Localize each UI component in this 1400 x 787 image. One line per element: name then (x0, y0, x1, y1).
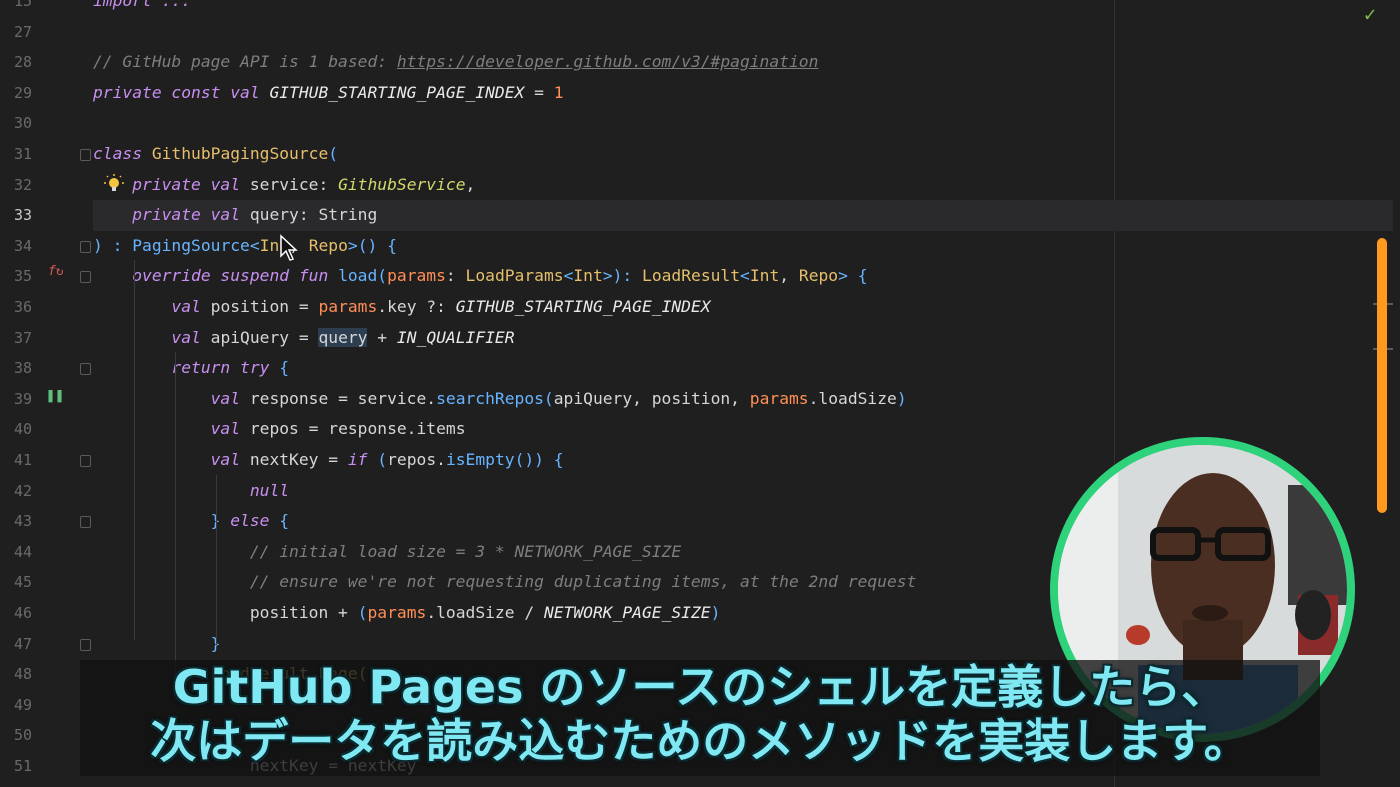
line-number[interactable]: 47 (0, 629, 32, 660)
code-text[interactable]: return try { (93, 353, 289, 384)
code-line[interactable]: 35 override suspend fun load(params: Loa… (0, 261, 1400, 292)
indent-guide (216, 475, 217, 645)
code-text[interactable]: val apiQuery = query + IN_QUALIFIER (93, 323, 515, 354)
line-number[interactable]: 15 (0, 0, 32, 17)
line-number[interactable]: 49 (0, 690, 32, 721)
line-number[interactable]: 30 (0, 108, 32, 139)
code-text[interactable]: // initial load size = 3 * NETWORK_PAGE_… (93, 537, 681, 568)
line-number[interactable]: 42 (0, 476, 32, 507)
line-number[interactable]: 35 (0, 261, 32, 292)
line-number[interactable]: 48 (0, 659, 32, 690)
function-recursion-icon[interactable]: f↻ (48, 264, 64, 279)
line-number[interactable]: 38 (0, 353, 32, 384)
code-line[interactable]: 39 val response = service.searchRepos(ap… (0, 384, 1400, 415)
line-number[interactable]: 36 (0, 292, 32, 323)
code-text[interactable]: } (93, 629, 221, 660)
code-text[interactable]: // GitHub page API is 1 based: https://d… (93, 47, 818, 78)
code-text[interactable]: position + (params.loadSize / NETWORK_PA… (93, 598, 721, 629)
code-line[interactable]: 31 class GithubPagingSource( (0, 139, 1400, 170)
code-line[interactable]: 29 private const val GITHUB_STARTING_PAGE… (0, 78, 1400, 109)
code-line[interactable]: 15 import ... (0, 0, 1400, 17)
line-number[interactable]: 33 (0, 200, 32, 231)
indent-guide (175, 352, 176, 682)
checkmark-icon: ✓ (1364, 2, 1377, 26)
fold-toggle-icon[interactable] (80, 638, 91, 651)
fold-toggle-icon[interactable] (80, 363, 91, 376)
code-text[interactable]: val position = params.key ?: GITHUB_STAR… (93, 292, 710, 323)
code-text[interactable]: ) : PagingSource<Int, Repo>() { (93, 231, 397, 262)
line-number[interactable]: 31 (0, 139, 32, 170)
line-number[interactable]: 51 (0, 751, 32, 782)
code-line[interactable]: 37 val apiQuery = query + IN_QUALIFIER (0, 323, 1400, 354)
line-number[interactable]: 41 (0, 445, 32, 476)
code-text[interactable]: private const val GITHUB_STARTING_PAGE_I… (93, 78, 564, 109)
pause-icon[interactable]: ❚❚ (46, 386, 64, 404)
line-number[interactable]: 28 (0, 47, 32, 78)
line-number[interactable]: 43 (0, 506, 32, 537)
code-text[interactable]: import ... (93, 0, 191, 17)
fold-toggle-icon[interactable] (80, 149, 91, 161)
line-number[interactable]: 44 (0, 537, 32, 568)
line-number[interactable]: 34 (0, 231, 32, 262)
subtitle-line-2: 次はデータを読み込むためのメソッドを実装します。 (150, 714, 1250, 768)
code-line[interactable]: 33 private val query: String (0, 200, 1400, 231)
line-number[interactable]: 50 (0, 720, 32, 751)
code-line[interactable]: 32 private val service: GithubService, (0, 170, 1400, 201)
indent-guide (134, 260, 135, 640)
fold-toggle-icon[interactable] (80, 516, 91, 529)
code-text[interactable]: val repos = response.items (93, 414, 466, 445)
subtitle-caption: GitHub Pages のソースのシェルを定義したら、 次はデータを読み込むた… (80, 660, 1320, 776)
line-number[interactable]: 46 (0, 598, 32, 629)
code-text[interactable]: override suspend fun load(params: LoadPa… (93, 261, 867, 292)
code-line[interactable]: 34 ) : PagingSource<Int, Repo>() { (0, 231, 1400, 262)
mouse-cursor-icon (280, 234, 298, 261)
vertical-scrollbar-thumb[interactable] (1377, 238, 1387, 513)
code-line[interactable]: 38 return try { (0, 353, 1400, 384)
line-number[interactable]: 37 (0, 323, 32, 354)
line-number[interactable]: 45 (0, 567, 32, 598)
code-line[interactable]: 30 (0, 108, 1400, 139)
line-number[interactable]: 39 (0, 384, 32, 415)
code-text[interactable]: class GithubPagingSource( (93, 139, 338, 170)
line-number[interactable]: 27 (0, 17, 32, 48)
subtitle-line-1: GitHub Pages のソースのシェルを定義したら、 (172, 660, 1228, 714)
code-text[interactable]: private val service: GithubService, (93, 170, 475, 201)
code-text[interactable]: private val query: String (93, 200, 377, 231)
code-text[interactable]: val response = service.searchRepos(apiQu… (93, 384, 907, 415)
fold-toggle-icon[interactable] (80, 271, 91, 284)
code-line[interactable]: 28 // GitHub page API is 1 based: https:/… (0, 47, 1400, 78)
line-number[interactable]: 40 (0, 414, 32, 445)
fold-toggle-icon[interactable] (80, 455, 91, 467)
line-number[interactable]: 32 (0, 170, 32, 201)
code-text[interactable]: null (93, 476, 289, 507)
code-text[interactable]: val nextKey = if (repos.isEmpty()) { (93, 445, 564, 476)
code-line[interactable]: 36 val position = params.key ?: GITHUB_S… (0, 292, 1400, 323)
fold-toggle-icon[interactable] (80, 240, 91, 253)
code-text[interactable]: } else { (93, 506, 289, 537)
line-number[interactable]: 29 (0, 78, 32, 109)
lightbulb-icon[interactable] (104, 174, 124, 194)
code-line[interactable]: 27 (0, 17, 1400, 48)
